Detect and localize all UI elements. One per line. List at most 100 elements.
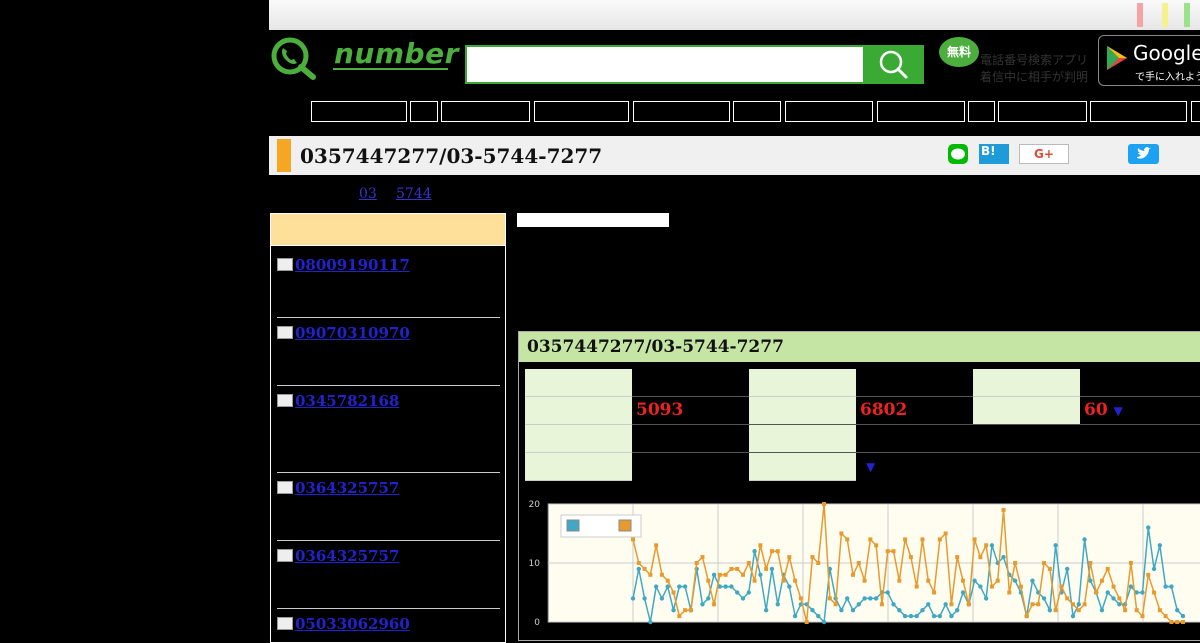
nav-item[interactable]: [534, 101, 629, 122]
nav-item[interactable]: [733, 101, 781, 122]
sidebar-number-link[interactable]: 0345782168: [277, 392, 399, 410]
color-stripe: [1137, 3, 1143, 27]
nav-item[interactable]: [968, 101, 995, 122]
data-point: [1169, 584, 1174, 589]
stat-label-cell: [973, 397, 1080, 425]
breadcrumb-item[interactable]: [309, 186, 341, 203]
nav-item[interactable]: [998, 101, 1087, 122]
data-point: [1065, 566, 1070, 572]
stat-value: 60 ▼: [1084, 400, 1123, 420]
nav-item[interactable]: [311, 101, 407, 122]
data-point: [671, 608, 676, 613]
data-point: [949, 613, 954, 619]
expand-arrow-icon[interactable]: ▼: [866, 460, 875, 474]
row-divider: [632, 424, 1200, 425]
app-promo-line: 電話番号検索アプリ: [980, 53, 1089, 67]
data-point: [1169, 620, 1174, 624]
nav-item[interactable]: [410, 101, 438, 122]
data-point: [1157, 608, 1162, 613]
data-point: [682, 584, 688, 589]
phone-search-logo-icon[interactable]: [269, 36, 317, 80]
gplus-share-button[interactable]: G+: [1019, 144, 1069, 164]
data-point: [845, 537, 850, 542]
data-point: [1076, 608, 1081, 613]
nav-item[interactable]: [1191, 101, 1200, 122]
data-point: [804, 620, 809, 624]
data-point: [822, 502, 827, 506]
logo-underline: [333, 68, 448, 70]
sidebar-number-link[interactable]: 08009190117: [277, 256, 410, 274]
nav-item[interactable]: [633, 101, 730, 122]
data-point: [1105, 590, 1110, 595]
title-accent: [277, 139, 291, 172]
data-point: [914, 584, 919, 589]
row-divider: [1080, 396, 1200, 397]
data-point: [642, 596, 647, 601]
data-point: [1071, 602, 1075, 607]
data-point: [671, 590, 676, 595]
data-point: [891, 549, 896, 554]
stat-label-cell: [525, 397, 632, 425]
expand-arrow-icon[interactable]: ▼: [1114, 404, 1123, 418]
data-point: [1140, 614, 1145, 619]
y-tick-label: 10: [529, 559, 541, 569]
data-point: [891, 602, 896, 607]
sidebar-number-label: 0345782168: [295, 392, 400, 410]
data-point: [926, 602, 931, 607]
logo-text[interactable]: number: [334, 37, 459, 70]
data-point: [903, 537, 908, 542]
data-point: [631, 537, 635, 542]
google-play-button[interactable]: Google で手に入れよう: [1098, 35, 1200, 86]
nav-item[interactable]: [441, 101, 530, 122]
sidebar-number-label: 05033062960: [295, 615, 410, 633]
sidebar-number-label: 0364325757: [295, 547, 400, 565]
data-point: [920, 608, 925, 613]
search-button[interactable]: [864, 45, 924, 84]
stat-label-cell: [749, 425, 856, 453]
stats-title: 0357447277/03-5744-7277: [527, 337, 784, 357]
breadcrumb-item[interactable]: [277, 186, 295, 203]
sidebar-number-link[interactable]: 0364325757: [277, 479, 399, 497]
data-point: [1117, 596, 1122, 601]
sidebar-number-link[interactable]: 0364325757: [277, 547, 399, 565]
data-point: [1036, 602, 1041, 607]
legend-swatch: [566, 519, 580, 532]
search-input[interactable]: [465, 45, 865, 84]
data-point: [1076, 602, 1081, 607]
data-point: [758, 572, 763, 577]
sidebar-number-link[interactable]: 05033062960: [277, 615, 410, 633]
stat-label-cell: [525, 369, 632, 397]
breadcrumb-item[interactable]: 5744: [396, 186, 432, 202]
data-point: [926, 578, 931, 583]
data-point: [723, 572, 728, 577]
data-point: [763, 608, 769, 613]
stat-label-cell: [749, 369, 856, 397]
data-point: [1099, 578, 1104, 583]
data-point: [746, 590, 751, 595]
data-point: [746, 561, 751, 565]
data-point: [989, 584, 994, 589]
data-point: [636, 561, 641, 565]
data-point: [856, 561, 861, 565]
breadcrumb-item[interactable]: 03: [359, 186, 377, 202]
data-point: [729, 566, 734, 571]
nav-item[interactable]: [1090, 101, 1187, 122]
data-point: [665, 578, 670, 583]
data-point: [983, 596, 989, 601]
stat-label-cell: [525, 453, 632, 481]
data-point: [729, 584, 734, 589]
data-point: [723, 584, 728, 589]
sidebar-number-label: 09070310970: [295, 324, 410, 342]
twitter-share-icon[interactable]: [1128, 144, 1159, 164]
data-point: [868, 537, 873, 542]
line-share-icon[interactable]: [948, 144, 968, 164]
data-point: [1013, 561, 1018, 565]
data-point: [816, 561, 821, 565]
nav-item[interactable]: [877, 101, 965, 122]
sidebar-number-link[interactable]: 09070310970: [277, 324, 410, 342]
stat-value-number: 60: [1084, 400, 1108, 420]
hatena-share-button[interactable]: B!: [979, 144, 1009, 164]
data-point: [706, 578, 711, 583]
nav-item[interactable]: [785, 101, 873, 122]
data-point: [885, 549, 890, 554]
